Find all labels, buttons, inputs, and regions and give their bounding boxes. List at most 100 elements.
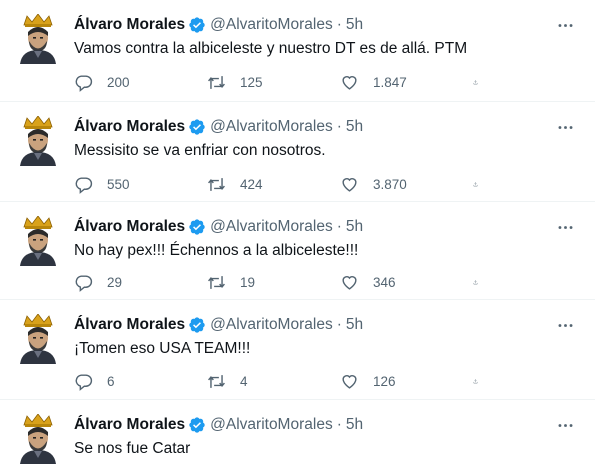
reply-button[interactable]: 550 xyxy=(74,175,207,194)
author-handle[interactable]: @AlvaritoMorales xyxy=(210,218,333,236)
tweet-actions: 29 19 346 xyxy=(74,272,504,292)
author-name[interactable]: Álvaro Morales xyxy=(74,118,185,136)
like-count: 3.870 xyxy=(373,176,407,192)
share-icon xyxy=(473,181,478,186)
avatar[interactable] xyxy=(16,215,60,266)
reply-button[interactable]: 200 xyxy=(74,73,207,92)
author-name[interactable]: Álvaro Morales xyxy=(74,316,185,334)
verified-badge-icon xyxy=(188,118,206,136)
reply-count: 6 xyxy=(107,373,115,389)
reply-icon xyxy=(75,274,93,292)
author-handle[interactable]: @AlvaritoMorales xyxy=(210,316,333,334)
tweet-content: Álvaro Morales @AlvaritoMorales · 5h Se … xyxy=(74,414,579,459)
share-icon xyxy=(473,279,478,284)
author-name[interactable]: Álvaro Morales xyxy=(74,416,185,434)
reply-button[interactable]: 29 xyxy=(74,273,207,292)
tweet[interactable]: Álvaro Morales @AlvaritoMorales · 5h Vam… xyxy=(0,0,595,102)
retweet-button[interactable]: 4 xyxy=(207,372,340,391)
separator-dot: · xyxy=(336,416,342,433)
share-button[interactable] xyxy=(473,175,492,194)
more-dots-icon[interactable] xyxy=(551,113,579,141)
heart-icon xyxy=(342,75,357,90)
reply-count: 200 xyxy=(107,74,130,90)
author-handle[interactable]: @AlvaritoMorales xyxy=(210,16,333,34)
retweet-button[interactable]: 424 xyxy=(207,175,340,194)
retweet-button[interactable]: 19 xyxy=(207,273,340,292)
verified-badge-icon xyxy=(188,218,206,236)
tweet-header: Álvaro Morales @AlvaritoMorales · 5h xyxy=(74,216,579,238)
tweet[interactable]: Álvaro Morales @AlvaritoMorales · 5h ¡To… xyxy=(0,300,595,400)
tweet-timestamp[interactable]: 5h xyxy=(346,16,363,34)
more-dots-icon[interactable] xyxy=(551,213,579,241)
avatar[interactable] xyxy=(16,413,60,464)
retweet-icon xyxy=(208,75,225,89)
like-count: 126 xyxy=(373,373,396,389)
like-button[interactable]: 3.870 xyxy=(340,175,473,194)
tweet-feed: Álvaro Morales @AlvaritoMorales · 5h Vam… xyxy=(0,0,595,464)
heart-icon xyxy=(342,374,357,389)
separator-dot: · xyxy=(336,218,342,235)
reply-count: 29 xyxy=(107,274,123,290)
like-button[interactable]: 1.847 xyxy=(340,73,473,92)
tweet-actions: 6 4 126 xyxy=(74,371,504,391)
retweet-count: 424 xyxy=(240,176,263,192)
share-button[interactable] xyxy=(473,372,492,391)
separator-dot: · xyxy=(336,316,342,333)
heart-icon xyxy=(342,275,357,290)
reply-icon xyxy=(75,176,93,194)
tweet-timestamp[interactable]: 5h xyxy=(346,316,363,334)
tweet-text: ¡Tomen eso USA TEAM!!! xyxy=(74,340,251,357)
tweet-timestamp[interactable]: 5h xyxy=(346,416,363,434)
separator-dot: · xyxy=(336,118,342,135)
more-dots-icon[interactable] xyxy=(551,311,579,339)
separator-dot: · xyxy=(336,16,342,33)
avatar[interactable] xyxy=(16,115,60,166)
avatar[interactable] xyxy=(16,13,60,64)
tweet[interactable]: Álvaro Morales @AlvaritoMorales · 5h Mes… xyxy=(0,102,595,202)
like-count: 346 xyxy=(373,274,396,290)
avatar[interactable] xyxy=(16,313,60,364)
like-count: 1.847 xyxy=(373,74,407,90)
tweet-timestamp[interactable]: 5h xyxy=(346,118,363,136)
like-button[interactable]: 126 xyxy=(340,372,473,391)
tweet-content: Álvaro Morales @AlvaritoMorales · 5h ¡To… xyxy=(74,311,579,391)
tweet-header: Álvaro Morales @AlvaritoMorales · 5h xyxy=(74,116,579,138)
reply-icon xyxy=(75,74,93,92)
reply-button[interactable]: 6 xyxy=(74,372,207,391)
more-dots-icon[interactable] xyxy=(551,11,579,39)
share-icon xyxy=(473,378,478,383)
share-button[interactable] xyxy=(473,73,492,92)
retweet-count: 4 xyxy=(240,373,248,389)
share-icon xyxy=(473,79,478,84)
share-button[interactable] xyxy=(473,273,492,292)
tweet-content: Álvaro Morales @AlvaritoMorales · 5h Vam… xyxy=(74,11,579,92)
retweet-count: 125 xyxy=(240,74,263,90)
retweet-icon xyxy=(208,374,225,388)
tweet-actions: 200 125 1.847 xyxy=(74,72,504,92)
reply-count: 550 xyxy=(107,176,130,192)
tweet-text: No hay pex!!! Échennos a la albiceleste!… xyxy=(74,242,359,259)
verified-badge-icon xyxy=(188,416,206,434)
tweet[interactable]: Álvaro Morales @AlvaritoMorales · 5h Se … xyxy=(0,400,595,464)
tweet-header: Álvaro Morales @AlvaritoMorales · 5h xyxy=(74,314,579,336)
retweet-button[interactable]: 125 xyxy=(207,73,340,92)
author-name[interactable]: Álvaro Morales xyxy=(74,218,185,236)
verified-badge-icon xyxy=(188,16,206,34)
retweet-icon xyxy=(208,177,225,191)
tweet-header: Álvaro Morales @AlvaritoMorales · 5h xyxy=(74,414,579,436)
like-button[interactable]: 346 xyxy=(340,273,473,292)
tweet-actions: 550 424 3.870 xyxy=(74,174,504,194)
tweet-content: Álvaro Morales @AlvaritoMorales · 5h Mes… xyxy=(74,113,579,194)
author-handle[interactable]: @AlvaritoMorales xyxy=(210,416,333,434)
verified-badge-icon xyxy=(188,316,206,334)
author-name[interactable]: Álvaro Morales xyxy=(74,16,185,34)
tweet-text: Vamos contra la albiceleste y nuestro DT… xyxy=(74,40,468,57)
more-dots-icon[interactable] xyxy=(551,411,579,439)
tweet[interactable]: Álvaro Morales @AlvaritoMorales · 5h No … xyxy=(0,202,595,300)
tweet-text: Messisito se va enfriar con nosotros. xyxy=(74,142,326,159)
heart-icon xyxy=(342,177,357,192)
author-handle[interactable]: @AlvaritoMorales xyxy=(210,118,333,136)
retweet-icon xyxy=(208,275,225,289)
tweet-timestamp[interactable]: 5h xyxy=(346,218,363,236)
tweet-header: Álvaro Morales @AlvaritoMorales · 5h xyxy=(74,14,579,36)
